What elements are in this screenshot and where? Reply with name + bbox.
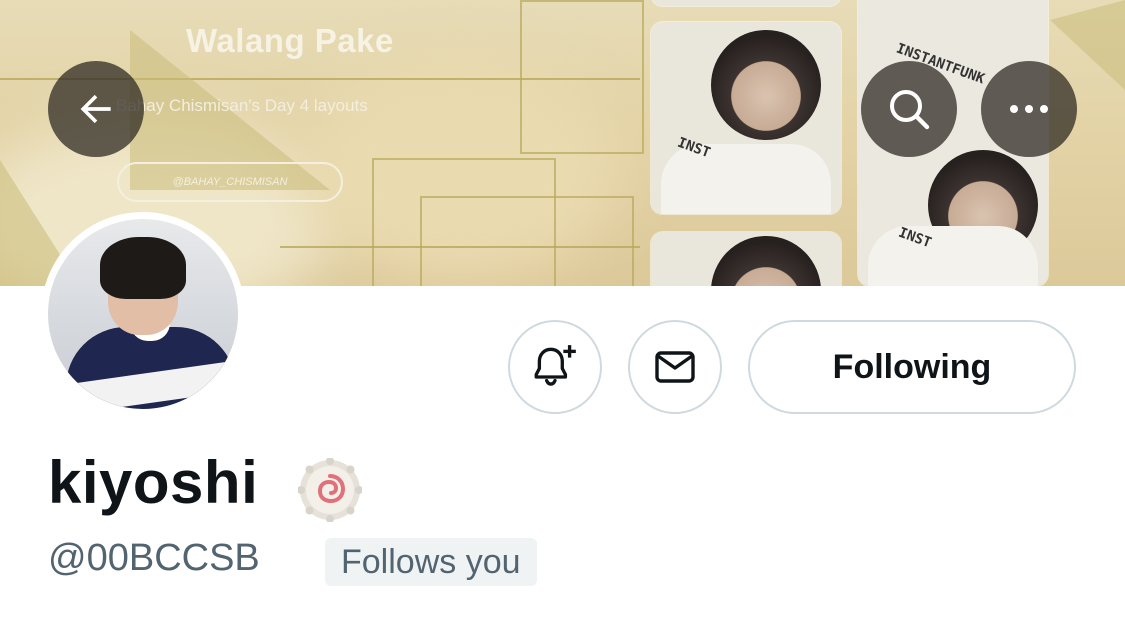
follows-you-badge: Follows you [325,538,537,586]
search-icon [890,90,930,130]
following-button[interactable]: Following [748,320,1076,414]
banner-photo [651,0,841,6]
back-button[interactable] [48,61,144,157]
photo-shirt [868,226,1038,286]
profile-display-name: kiyoshi [48,449,259,516]
search-button[interactable] [861,61,957,157]
banner-photo [651,232,841,286]
arrow-left-icon [80,94,111,124]
avatar-photo [48,219,238,409]
bell-plus-icon [534,345,576,386]
profile-handle: @00BCCSB [48,537,260,579]
notifications-button[interactable] [508,320,602,414]
photo-person [711,30,821,140]
banner-subtitle: Bahay Chismisan's Day 4 layouts [116,96,368,115]
more-options-button[interactable] [981,61,1077,157]
envelope-icon [655,351,695,383]
more-horizontal-icon [1010,105,1048,113]
avatar-hair [100,237,186,299]
narutomaki-emoji-icon [298,458,362,522]
message-button[interactable] [628,320,722,414]
photo-shirt [661,144,831,214]
profile-avatar[interactable] [41,212,245,416]
banner-handle-pill: @BAHAY_CHISMISAN [117,162,343,202]
photo-person [711,236,821,286]
banner-title: Walang Pake [186,22,394,59]
banner-photo: INST [651,22,841,214]
